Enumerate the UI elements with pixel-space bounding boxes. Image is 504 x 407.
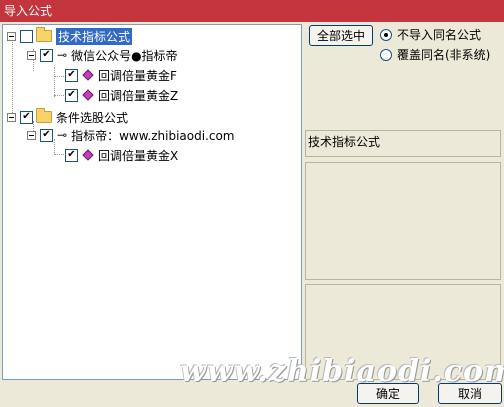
formula-diamond-icon [82,149,94,161]
tree-checkbox-formula-z[interactable] [65,88,78,102]
collapse-icon[interactable] [7,112,16,122]
tree-checkbox-formula-x[interactable] [65,148,78,162]
tree-label-formula-x: 回调倍量黄金X [98,148,179,163]
import-formula-dialog: 技术指标公式 ⊸ 微信公众号●指标帝 回调倍量黄金F 回调倍量黄金Z 条件选股公… [0,22,504,407]
tree-node-stock-screening[interactable]: 条件选股公式 [7,108,128,126]
formula-tree[interactable]: 技术指标公式 ⊸ 微信公众号●指标帝 回调倍量黄金F 回调倍量黄金Z 条件选股公… [2,24,302,380]
window-title: 导入公式 [0,0,504,22]
tree-label-formula-z: 回调倍量黄金Z [98,88,179,103]
tree-label-zhibiaodi-group: 指标帝：www.zhibiaodi.com [71,128,235,143]
formula-diamond-icon [82,69,94,81]
formula-diamond-icon [82,89,94,101]
tree-checkbox-stock-screening[interactable] [20,110,33,124]
tree-node-wechat-group[interactable]: ⊸ 微信公众号●指标帝 [27,46,178,64]
radio-overwrite-dot[interactable] [380,48,392,61]
radio-overwrite[interactable]: 覆盖同名(非系统) [380,46,490,63]
radio-overwrite-label: 覆盖同名(非系统) [397,48,491,62]
cancel-button[interactable]: 取消 [438,383,502,404]
tree-node-zhibiaodi-group[interactable]: ⊸ 指标帝：www.zhibiaodi.com [27,126,235,144]
tree-label-stock-screening: 条件选股公式 [56,110,129,125]
tree-label-formula-f: 回调倍量黄金F [98,68,177,83]
folder-icon [36,27,52,42]
collapse-icon[interactable] [7,31,16,41]
select-all-button[interactable]: 全部选中 [309,25,373,46]
radio-no-import[interactable]: 不导入同名公式 [380,26,481,43]
tree-checkbox-formula-f[interactable] [65,68,78,82]
tree-node-tech-indicators[interactable]: 技术指标公式 [7,27,133,45]
ok-button[interactable]: 确定 [357,383,419,404]
key-icon: ⊸ [57,128,68,142]
collapse-icon[interactable] [27,130,36,140]
folder-icon [36,108,52,123]
tree-node-formula-z[interactable]: 回调倍量黄金Z [61,86,178,104]
tree-label-wechat-group: 微信公众号●指标帝 [71,48,178,63]
radio-no-import-label: 不导入同名公式 [397,28,482,42]
key-icon: ⊸ [57,48,68,62]
radio-no-import-dot[interactable] [380,28,392,41]
tree-checkbox-zhibiaodi-group[interactable] [40,128,53,142]
tree-checkbox-wechat-group[interactable] [40,48,53,62]
tree-node-formula-x[interactable]: 回调倍量黄金X [61,146,178,164]
collapse-icon[interactable] [27,50,36,60]
tree-checkbox-tech-indicators[interactable] [20,29,33,43]
tree-label-tech-indicators: 技术指标公式 [56,27,133,45]
tree-node-formula-f[interactable]: 回调倍量黄金F [61,66,177,84]
detail-description-box[interactable] [305,162,501,280]
detail-title: 技术指标公式 [305,130,501,157]
